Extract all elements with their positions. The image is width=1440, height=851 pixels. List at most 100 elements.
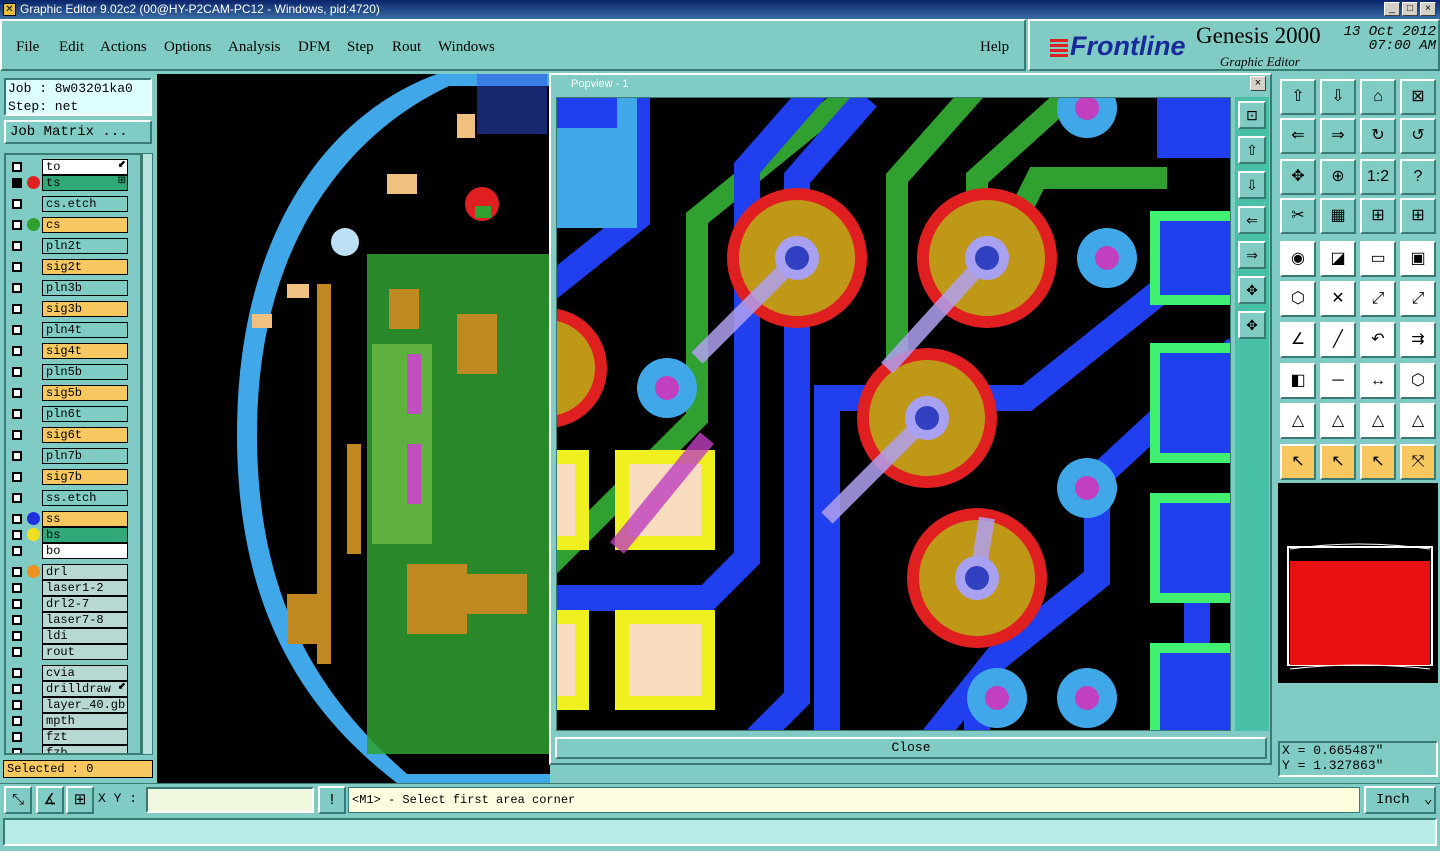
tool-button-icon[interactable]: ⇉ bbox=[1400, 322, 1436, 358]
layer-row[interactable]: ldi bbox=[8, 628, 128, 644]
layer-checkbox[interactable] bbox=[12, 367, 22, 377]
layer-checkbox[interactable] bbox=[12, 241, 22, 251]
tool-button-icon[interactable]: ✥ bbox=[1280, 159, 1316, 195]
layer-checkbox[interactable] bbox=[12, 388, 22, 398]
layer-row[interactable]: pln3b bbox=[8, 280, 128, 296]
layer-row[interactable]: sig7b bbox=[8, 469, 128, 485]
grid-icon[interactable]: ⊞ bbox=[66, 786, 94, 814]
close-window-button[interactable]: × bbox=[1420, 2, 1436, 16]
tool-button-icon[interactable]: ⇒ bbox=[1320, 118, 1356, 154]
layer-checkbox[interactable] bbox=[12, 409, 22, 419]
layer-row[interactable]: pln2t bbox=[8, 238, 128, 254]
layer-checkbox[interactable] bbox=[12, 451, 22, 461]
menu-edit[interactable]: Edit bbox=[59, 39, 84, 56]
tool-button-icon[interactable]: ⤢ bbox=[1360, 281, 1396, 317]
layer-row[interactable]: drl bbox=[8, 564, 128, 580]
layer-checkbox[interactable] bbox=[12, 732, 22, 742]
job-matrix-button[interactable]: Job Matrix ... bbox=[4, 120, 152, 144]
unit-selector[interactable]: Inch ⌄ bbox=[1364, 786, 1436, 814]
layer-row[interactable]: bs bbox=[8, 527, 128, 543]
tool-button-icon[interactable]: ◧ bbox=[1280, 363, 1316, 399]
tool-button-icon[interactable]: ▦ bbox=[1320, 198, 1356, 234]
layer-row[interactable]: pln7b bbox=[8, 448, 128, 464]
tool-button-icon[interactable]: ⬡ bbox=[1280, 281, 1316, 317]
tool-button-icon[interactable]: ↖ bbox=[1360, 444, 1396, 480]
tool-button-icon[interactable]: △ bbox=[1320, 403, 1356, 439]
tool-button-icon[interactable]: ⤧ bbox=[1400, 444, 1436, 480]
layer-checkbox[interactable] bbox=[12, 162, 22, 172]
tool-button-icon[interactable]: △ bbox=[1280, 403, 1316, 439]
maximize-button[interactable]: □ bbox=[1402, 2, 1418, 16]
layer-row[interactable]: layer_40.gbr bbox=[8, 697, 128, 713]
tool-button-icon[interactable]: ↖ bbox=[1280, 444, 1316, 480]
layer-checkbox[interactable] bbox=[12, 567, 22, 577]
layer-row[interactable]: bo bbox=[8, 543, 128, 559]
tool-button-icon[interactable]: △ bbox=[1360, 403, 1396, 439]
layer-row[interactable]: mpth bbox=[8, 713, 128, 729]
layer-checkbox[interactable] bbox=[12, 283, 22, 293]
layer-row[interactable]: cs bbox=[8, 217, 128, 233]
menu-step[interactable]: Step bbox=[347, 39, 374, 56]
menu-options[interactable]: Options bbox=[164, 39, 212, 56]
board-overview[interactable] bbox=[1278, 483, 1438, 683]
tool-button-icon[interactable]: ↻ bbox=[1360, 118, 1396, 154]
popview-close-button[interactable]: Close bbox=[555, 737, 1267, 759]
tool-button-icon[interactable]: ↺ bbox=[1400, 118, 1436, 154]
tool-button-icon[interactable]: ↔ bbox=[1360, 363, 1396, 399]
layer-checkbox[interactable] bbox=[12, 178, 22, 188]
popview-tool-icon[interactable]: ⇩ bbox=[1238, 171, 1266, 199]
layer-row[interactable]: rout bbox=[8, 644, 128, 660]
layer-row[interactable]: sig2t bbox=[8, 259, 128, 275]
tool-button-icon[interactable]: ↖ bbox=[1320, 444, 1356, 480]
tool-button-icon[interactable]: ╱ bbox=[1320, 322, 1356, 358]
menu-help[interactable]: Help bbox=[980, 39, 1009, 56]
layer-checkbox[interactable] bbox=[12, 472, 22, 482]
popview-tool-icon[interactable]: ⇧ bbox=[1238, 136, 1266, 164]
menu-actions[interactable]: Actions bbox=[100, 39, 147, 56]
tool-button-icon[interactable]: ⇩ bbox=[1320, 79, 1356, 115]
layer-checkbox[interactable] bbox=[12, 325, 22, 335]
popview-tool-icon[interactable]: ⊡ bbox=[1238, 101, 1266, 129]
measure-icon[interactable]: ∡ bbox=[36, 786, 64, 814]
layer-checkbox[interactable] bbox=[12, 700, 22, 710]
xy-input[interactable] bbox=[146, 787, 314, 813]
layer-row[interactable]: sig3b bbox=[8, 301, 128, 317]
tool-button-icon[interactable]: ↶ bbox=[1360, 322, 1396, 358]
layer-checkbox[interactable] bbox=[12, 199, 22, 209]
tool-button-icon[interactable]: ─ bbox=[1320, 363, 1356, 399]
tool-button-icon[interactable]: ✂ bbox=[1280, 198, 1316, 234]
layer-row[interactable]: drl2-7 bbox=[8, 596, 128, 612]
menu-file[interactable]: File bbox=[16, 39, 39, 56]
layer-checkbox[interactable] bbox=[12, 684, 22, 694]
layer-checkbox[interactable] bbox=[12, 615, 22, 625]
popview-close-icon[interactable]: × bbox=[1250, 76, 1266, 91]
layer-row[interactable]: sig6t bbox=[8, 427, 128, 443]
tool-button-icon[interactable]: ⌂ bbox=[1360, 79, 1396, 115]
tool-button-icon[interactable]: ⊞ bbox=[1400, 198, 1436, 234]
minimize-button[interactable]: _ bbox=[1384, 2, 1400, 16]
layer-checkbox[interactable] bbox=[12, 514, 22, 524]
tool-button-icon[interactable]: ⊕ bbox=[1320, 159, 1356, 195]
layer-checkbox[interactable] bbox=[12, 583, 22, 593]
tool-button-icon[interactable]: ⬡ bbox=[1400, 363, 1436, 399]
layer-checkbox[interactable] bbox=[12, 493, 22, 503]
menu-dfm[interactable]: DFM bbox=[298, 39, 331, 56]
layer-row[interactable]: laser1-2 bbox=[8, 580, 128, 596]
tool-button-icon[interactable]: ✕ bbox=[1320, 281, 1356, 317]
layer-row[interactable]: cs.etch bbox=[8, 196, 128, 212]
popview-tool-icon[interactable]: ✥ bbox=[1238, 311, 1266, 339]
layer-checkbox[interactable] bbox=[12, 546, 22, 556]
tool-button-icon[interactable]: △ bbox=[1400, 403, 1436, 439]
layer-row[interactable]: sig5b bbox=[8, 385, 128, 401]
layer-checkbox[interactable] bbox=[12, 716, 22, 726]
tool-button-icon[interactable]: ▣ bbox=[1400, 241, 1436, 277]
tool-button-icon[interactable]: ⤢ bbox=[1400, 281, 1436, 317]
layer-checkbox[interactable] bbox=[12, 430, 22, 440]
layer-row[interactable]: drilldraw ⬋ bbox=[8, 681, 128, 697]
layer-checkbox[interactable] bbox=[12, 668, 22, 678]
layer-checkbox[interactable] bbox=[12, 599, 22, 609]
layer-row[interactable]: to ⬋ bbox=[8, 159, 128, 175]
layer-row[interactable]: pln6t bbox=[8, 406, 128, 422]
layer-checkbox[interactable] bbox=[12, 748, 22, 753]
snap-icon[interactable]: ⤡ bbox=[4, 786, 32, 814]
